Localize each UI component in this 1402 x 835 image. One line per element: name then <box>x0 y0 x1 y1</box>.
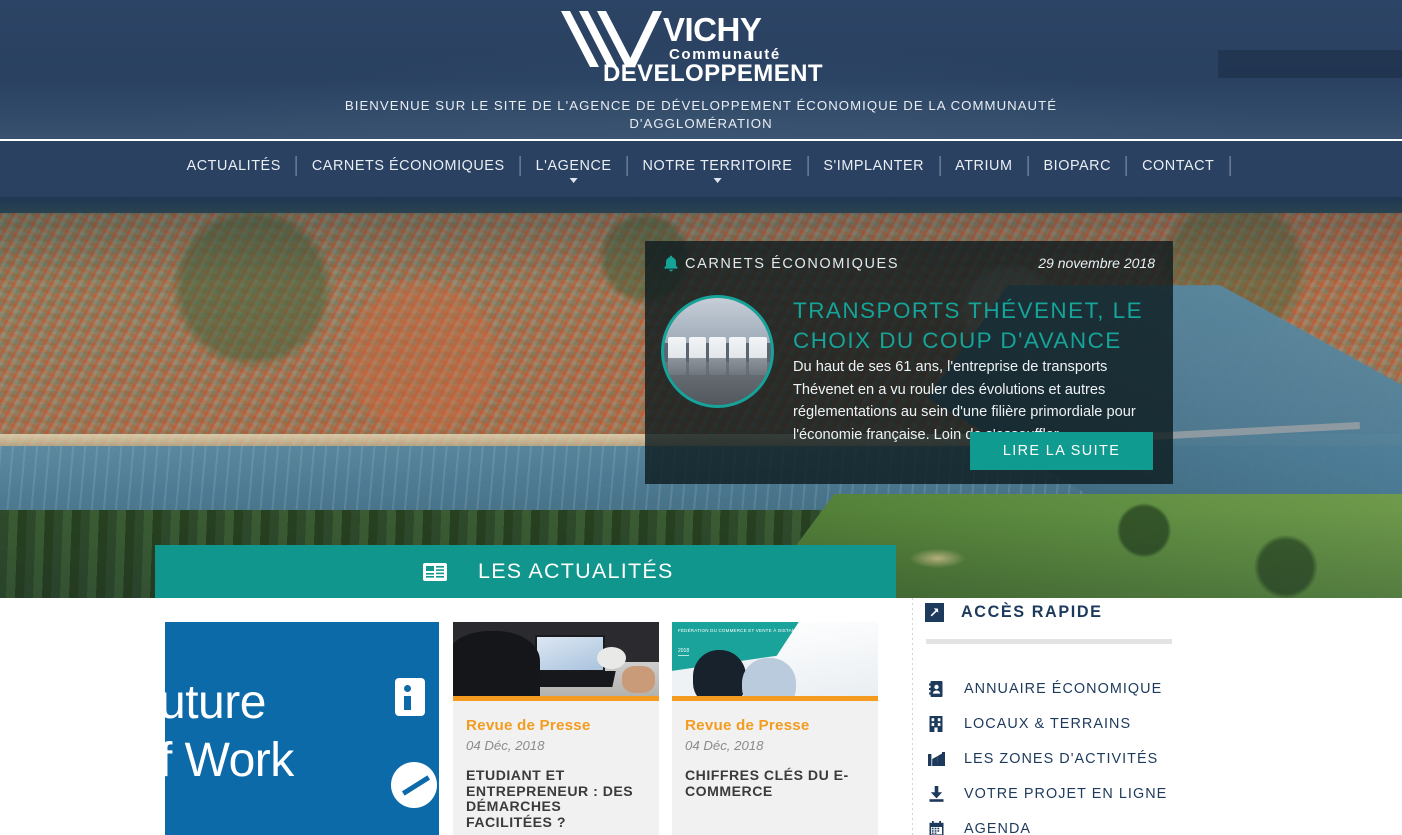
nav-item-l-agence[interactable]: L'AGENCE <box>519 156 627 183</box>
sidebar-divider <box>912 598 913 835</box>
chevron-down-icon <box>713 178 722 183</box>
hero-card-title[interactable]: TRANSPORTS THÉVENET, LE CHOIX DU COUP D'… <box>793 296 1153 356</box>
nav-item-label: ACTUALITÉS <box>186 158 281 174</box>
nav-item-label: CONTACT <box>1142 158 1215 174</box>
report-cover-year: 2018 <box>678 648 690 656</box>
search-input[interactable] <box>1218 50 1402 78</box>
hero-card-thumbnail[interactable] <box>661 295 774 408</box>
svg-text:VICHY: VICHY <box>663 11 762 48</box>
sidebar-item-label: AGENDA <box>964 820 1032 835</box>
vichy-logo-icon: VICHY Communauté DÉVELOPPEMENT <box>561 11 823 85</box>
sidebar-item-label: LOCAUX & TERRAINS <box>964 715 1132 732</box>
sidebar-title: ACCÈS RAPIDE <box>961 602 1103 621</box>
nav-item-label: BIOPARC <box>1043 158 1112 174</box>
nav-item-contact[interactable]: CONTACT <box>1126 156 1231 176</box>
nav-item-atrium[interactable]: ATRIUM <box>939 156 1027 176</box>
info-badge-icon <box>395 678 425 716</box>
address-book-icon <box>925 680 947 697</box>
chevron-down-icon <box>569 178 578 183</box>
factory-icon <box>925 751 947 766</box>
sidebar-item-locaux-terrains[interactable]: LOCAUX & TERRAINS <box>925 706 1225 741</box>
site-header: VICHY Communauté DÉVELOPPEMENT BIENVENUE… <box>0 0 1402 141</box>
external-link-icon <box>925 602 944 622</box>
future-of-work-text: uture f Work <box>165 676 294 787</box>
sidebar-item-label: ANNUAIRE ÉCONOMIQUE <box>964 680 1163 697</box>
card-title[interactable]: ETUDIANT ET ENTREPRENEUR : DES DÉMARCHES… <box>466 767 646 830</box>
site-tagline: BIENVENUE SUR LE SITE DE L'AGENCE DE DÉV… <box>344 98 1058 131</box>
site-logo[interactable]: VICHY Communauté DÉVELOPPEMENT <box>541 4 861 86</box>
nav-item-notre-territoire[interactable]: NOTRE TERRITOIRE <box>626 156 808 183</box>
newspaper-icon <box>423 562 447 582</box>
nav-list: ACTUALITÉS CARNETS ÉCONOMIQUES L'AGENCE NOT… <box>172 156 1231 183</box>
card-title[interactable]: CHIFFRES CLÉS DU E-COMMERCE <box>685 767 865 799</box>
circle-badge-icon <box>391 762 437 808</box>
hero-section: CARNETS ÉCONOMIQUES 29 novembre 2018 TRA… <box>0 197 1402 598</box>
news-section-header: LES ACTUALITÉS <box>155 545 896 598</box>
card-category[interactable]: Revue de Presse <box>685 717 865 734</box>
nav-item-label: S'IMPLANTER <box>823 158 925 174</box>
nav-item-s-implanter[interactable]: S'IMPLANTER <box>807 156 939 176</box>
card-media-image: uture f Work <box>165 622 439 835</box>
svg-text:DÉVELOPPEMENT: DÉVELOPPEMENT <box>603 59 823 85</box>
news-section-title: LES ACTUALITÉS <box>478 559 674 583</box>
read-more-button[interactable]: LIRE LA SUITE <box>970 432 1153 470</box>
nav-item-label: L'AGENCE <box>535 158 612 174</box>
card-date: 04 Déc, 2018 <box>685 738 764 753</box>
report-cover-label: FÉDÉRATION DU COMMERCE ET VENTE À DISTAN… <box>678 628 802 633</box>
sidebar-item-annuaire-conomique[interactable]: ANNUAIRE ÉCONOMIQUE <box>925 671 1225 706</box>
card-date: 04 Déc, 2018 <box>466 738 545 753</box>
sidebar-item-list: ANNUAIRE ÉCONOMIQUE LOCAUX & TERRAINS LES … <box>925 671 1225 835</box>
nav-item-actualit-s[interactable]: ACTUALITÉS <box>172 156 296 176</box>
news-card-list: uture f Work Revue de Presse 04 Déc, 201… <box>155 622 896 835</box>
building-icon <box>925 715 947 732</box>
hero-card-date: 29 novembre 2018 <box>1038 255 1155 271</box>
news-card-chiffres-cles-ecommerce[interactable]: FÉDÉRATION DU COMMERCE ET VENTE À DISTAN… <box>672 622 878 835</box>
card-media-image: FÉDÉRATION DU COMMERCE ET VENTE À DISTAN… <box>672 622 878 696</box>
card-body: Revue de Presse 04 Déc, 2018 CHIFFRES CL… <box>672 701 878 835</box>
sidebar-rule <box>926 639 1172 644</box>
hero-card-kicker: CARNETS ÉCONOMIQUES <box>685 256 900 272</box>
nav-item-label: NOTRE TERRITOIRE <box>642 158 793 174</box>
hero-article-card[interactable]: CARNETS ÉCONOMIQUES 29 novembre 2018 TRA… <box>645 241 1173 484</box>
sidebar-item-label: LES ZONES D'ACTIVITÉS <box>964 750 1159 767</box>
nav-item-label: ATRIUM <box>955 158 1013 174</box>
card-body: Revue de Presse 04 Déc, 2018 ETUDIANT ET… <box>453 701 659 835</box>
sidebar-item-label: VOTRE PROJET EN LIGNE <box>964 785 1168 802</box>
page-root: VICHY Communauté DÉVELOPPEMENT BIENVENUE… <box>0 0 1402 835</box>
nav-item-bioparc[interactable]: BIOPARC <box>1027 156 1127 176</box>
news-card-future-of-work[interactable]: uture f Work <box>165 622 439 835</box>
download-icon <box>925 785 947 802</box>
nav-item-label: CARNETS ÉCONOMIQUES <box>311 158 505 174</box>
main-navigation: ACTUALITÉS CARNETS ÉCONOMIQUES L'AGENCE NOT… <box>0 141 1402 197</box>
card-media-image <box>453 622 659 696</box>
quick-access-sidebar: ACCÈS RAPIDE ANNUAIRE ÉCONOMIQUE LOCAUX &… <box>925 596 1225 835</box>
sidebar-item-agenda[interactable]: AGENDA <box>925 811 1225 835</box>
nav-item-carnets-conomiques[interactable]: CARNETS ÉCONOMIQUES <box>295 156 520 176</box>
sidebar-header: ACCÈS RAPIDE <box>925 596 1225 628</box>
sidebar-item-votre-projet-en-ligne[interactable]: VOTRE PROJET EN LIGNE <box>925 776 1225 811</box>
card-category[interactable]: Revue de Presse <box>466 717 646 734</box>
news-card-etudiant-entrepreneur[interactable]: Revue de Presse 04 Déc, 2018 ETUDIANT ET… <box>453 622 659 835</box>
calendar-icon <box>925 821 947 835</box>
sidebar-item-les-zones-d-activit-s[interactable]: LES ZONES D'ACTIVITÉS <box>925 741 1225 776</box>
bell-icon <box>663 255 679 273</box>
